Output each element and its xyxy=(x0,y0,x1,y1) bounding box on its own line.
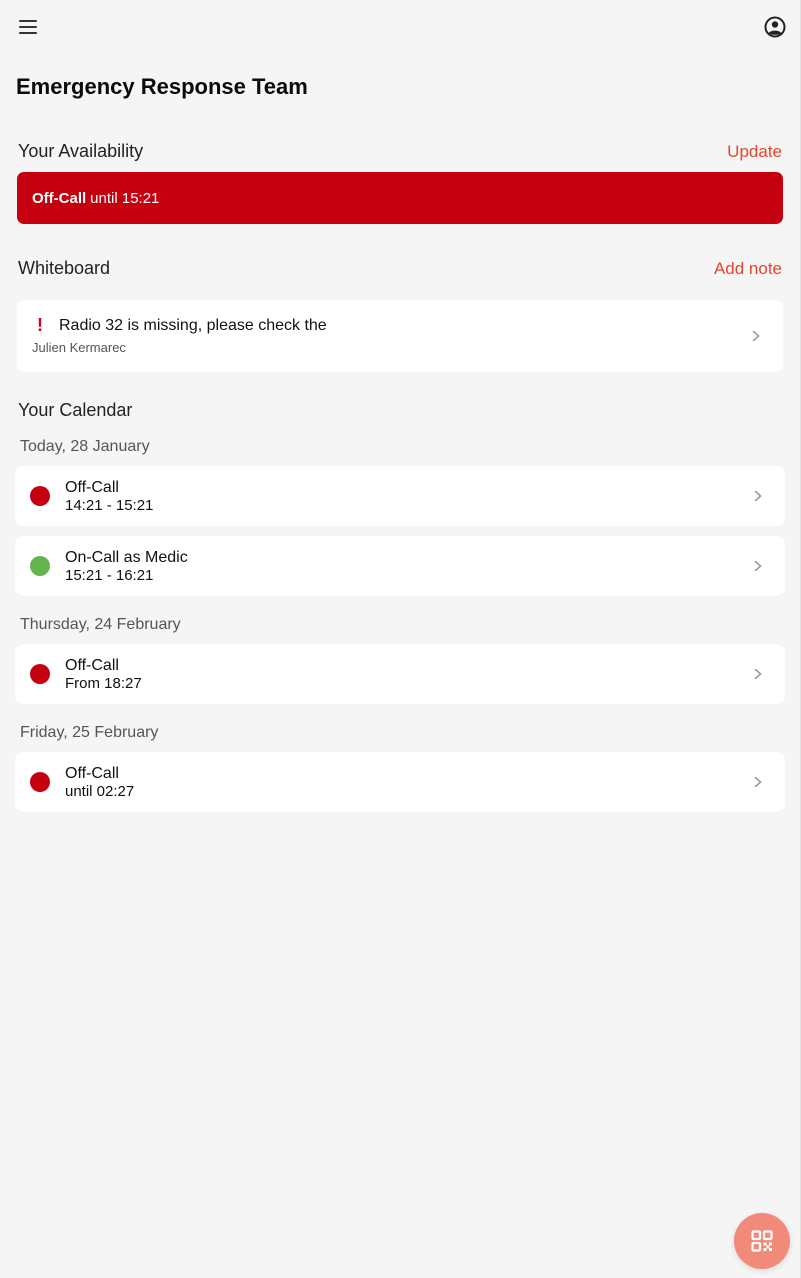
note-title: Radio 32 is missing, please check the xyxy=(59,317,327,334)
availability-header: Your Availability Update xyxy=(18,141,782,162)
calendar-date-label: Friday, 25 February xyxy=(20,724,159,741)
event-time: until 02:27 xyxy=(65,783,135,800)
alert-exclamation-icon: ! xyxy=(37,315,43,335)
availability-section-title: Your Availability xyxy=(18,141,144,161)
calendar-date-label: Today, 28 January xyxy=(20,438,150,455)
menu-button[interactable] xyxy=(17,17,39,37)
event-title: Off-Call xyxy=(65,765,119,782)
status-dot-icon xyxy=(30,556,50,576)
chevron-right-icon xyxy=(754,777,762,787)
status-dot-icon xyxy=(30,664,50,684)
account-circle-icon xyxy=(764,16,786,38)
whiteboard-header: Whiteboard Add note xyxy=(18,258,782,279)
chevron-right-icon xyxy=(754,669,762,679)
calendar-header: Your Calendar xyxy=(18,400,782,421)
event-title: On-Call as Medic xyxy=(65,549,188,566)
qr-code-scan-icon xyxy=(751,1230,773,1252)
update-availability-link[interactable]: Update xyxy=(727,142,782,162)
event-time: 14:21 - 15:21 xyxy=(65,497,154,514)
chevron-right-icon xyxy=(754,491,762,501)
event-time: 15:21 - 16:21 xyxy=(65,567,154,584)
note-author: Julien Kermarec xyxy=(32,340,126,355)
availability-status-bar[interactable]: Off-Call until 15:21 xyxy=(17,172,783,224)
page-title: Emergency Response Team xyxy=(16,74,308,99)
whiteboard-section-title: Whiteboard xyxy=(18,258,111,278)
status-dot-icon xyxy=(30,772,50,792)
status-dot-icon xyxy=(30,486,50,506)
calendar-event[interactable]: Off-Call until 02:27 xyxy=(15,752,785,812)
event-time: From 18:27 xyxy=(65,675,142,692)
calendar-section-title: Your Calendar xyxy=(18,400,133,420)
calendar-event[interactable]: Off-Call 14:21 - 15:21 xyxy=(15,466,785,526)
availability-status: Off-Call xyxy=(32,189,87,207)
whiteboard-note[interactable]: ! Radio 32 is missing, please check the … xyxy=(17,300,783,372)
event-title: Off-Call xyxy=(65,657,119,674)
event-title: Off-Call xyxy=(65,479,119,496)
qr-scan-button[interactable] xyxy=(734,1213,790,1269)
chevron-right-icon xyxy=(752,331,760,341)
calendar-event[interactable]: Off-Call From 18:27 xyxy=(15,644,785,704)
chevron-right-icon xyxy=(754,561,762,571)
top-bar xyxy=(0,0,801,54)
availability-detail: until 15:21 xyxy=(90,189,160,207)
profile-button[interactable] xyxy=(764,16,786,38)
calendar-event[interactable]: On-Call as Medic 15:21 - 16:21 xyxy=(15,536,785,596)
add-note-link[interactable]: Add note xyxy=(714,259,782,279)
calendar-date-label: Thursday, 24 February xyxy=(20,616,181,633)
